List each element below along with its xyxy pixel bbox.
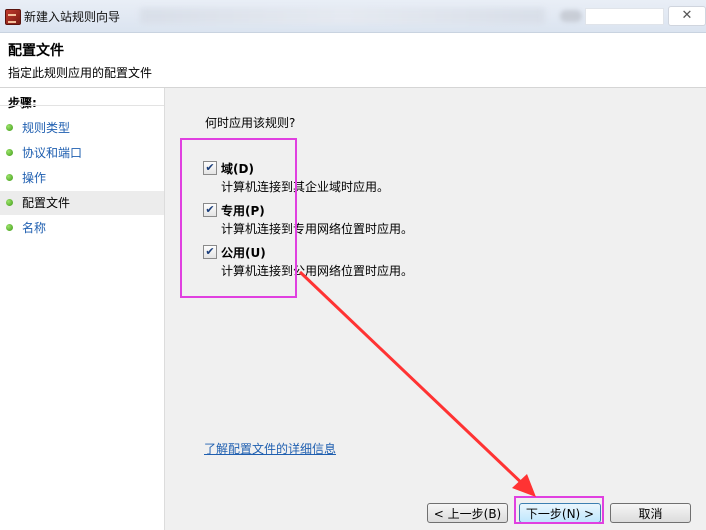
green-dot-icon — [6, 124, 13, 131]
sidebar-item-label: 操作 — [22, 171, 47, 185]
page-title: 配置文件 — [8, 43, 64, 59]
title-bar: 新建入站规则向导 ✕ — [0, 0, 706, 33]
sidebar-item-label: 规则类型 — [22, 121, 71, 135]
next-button-highlight-box — [514, 496, 604, 524]
close-icon: ✕ — [681, 8, 693, 23]
green-dot-icon — [6, 149, 13, 156]
cancel-button[interactable]: 取消 — [610, 503, 691, 523]
sidebar-item-label: 配置文件 — [22, 196, 71, 210]
question-text: 何时应用该规则? — [205, 116, 296, 130]
back-button[interactable]: < 上一步(B) — [427, 503, 508, 523]
blurred-title-area — [140, 8, 545, 24]
learn-more-link[interactable]: 了解配置文件的详细信息 — [204, 440, 336, 457]
sidebar-item-name[interactable]: 名称 — [0, 216, 164, 240]
sidebar-item-label: 名称 — [22, 221, 47, 235]
sidebar-item-label: 协议和端口 — [22, 146, 83, 160]
green-dot-icon — [6, 174, 13, 181]
blurred-icon — [560, 10, 582, 22]
window-title: 新建入站规则向导 — [24, 10, 121, 24]
arrow-head — [512, 474, 536, 497]
steps-title: 步骤: — [8, 96, 37, 110]
page-description: 指定此规则应用的配置文件 — [8, 66, 153, 80]
steps-sidebar: 步骤: 规则类型 协议和端口 操作 配置文件 名称 — [0, 88, 165, 530]
green-dot-icon — [6, 199, 13, 206]
title-bar-field — [585, 8, 664, 25]
checkbox-highlight-box — [180, 138, 297, 298]
wizard-header: 配置文件 指定此规则应用的配置文件 — [0, 33, 706, 88]
green-dot-icon — [6, 224, 13, 231]
sidebar-item-rule-type[interactable]: 规则类型 — [0, 116, 164, 140]
sidebar-item-action[interactable]: 操作 — [0, 166, 164, 190]
firewall-icon — [5, 9, 21, 25]
sidebar-item-profile[interactable]: 配置文件 — [0, 191, 164, 215]
close-button[interactable]: ✕ — [668, 6, 706, 26]
sidebar-item-protocol-port[interactable]: 协议和端口 — [0, 141, 164, 165]
steps-divider — [0, 105, 164, 106]
